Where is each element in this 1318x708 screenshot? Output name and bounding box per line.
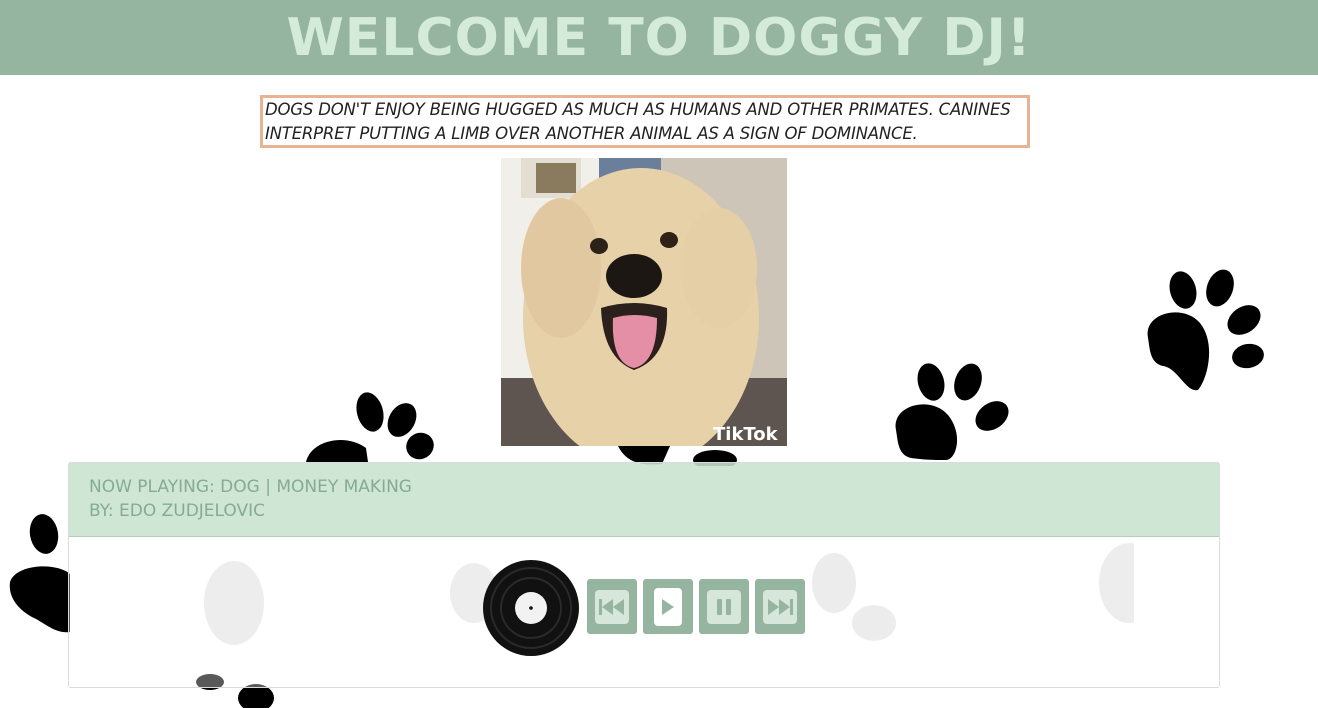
play-icon [654,587,682,626]
paw-print-icon [895,363,1009,460]
pause-icon [707,589,741,624]
vinyl-record-icon [483,560,579,656]
pause-button[interactable] [699,579,749,634]
dog-fact-box: DOGS DON'T ENJOY BEING HUGGED AS MUCH AS… [260,95,1030,148]
artist-text: BY: EDO ZUDJELOVIC [89,501,266,521]
previous-button[interactable] [587,579,637,634]
page-title: WELCOME TO DOGGY DJ! [286,7,1032,68]
play-button[interactable] [643,579,693,634]
paw-print-icon [9,514,70,633]
page-header: WELCOME TO DOGGY DJ! [0,0,1318,75]
music-player: NOW PLAYING: DOG | MONEY MAKING BY: EDO … [68,462,1220,688]
dog-photo: TikTok [501,158,787,446]
next-button[interactable] [755,579,805,634]
now-playing-header: NOW PLAYING: DOG | MONEY MAKING BY: EDO … [69,463,1219,537]
paw-print-icon [306,392,434,462]
tiktok-watermark: TikTok [713,424,779,445]
paw-print-icon [1147,269,1264,391]
now-playing-text: NOW PLAYING: DOG | MONEY MAKING [89,477,412,497]
previous-icon [595,589,629,624]
next-icon [763,589,797,624]
